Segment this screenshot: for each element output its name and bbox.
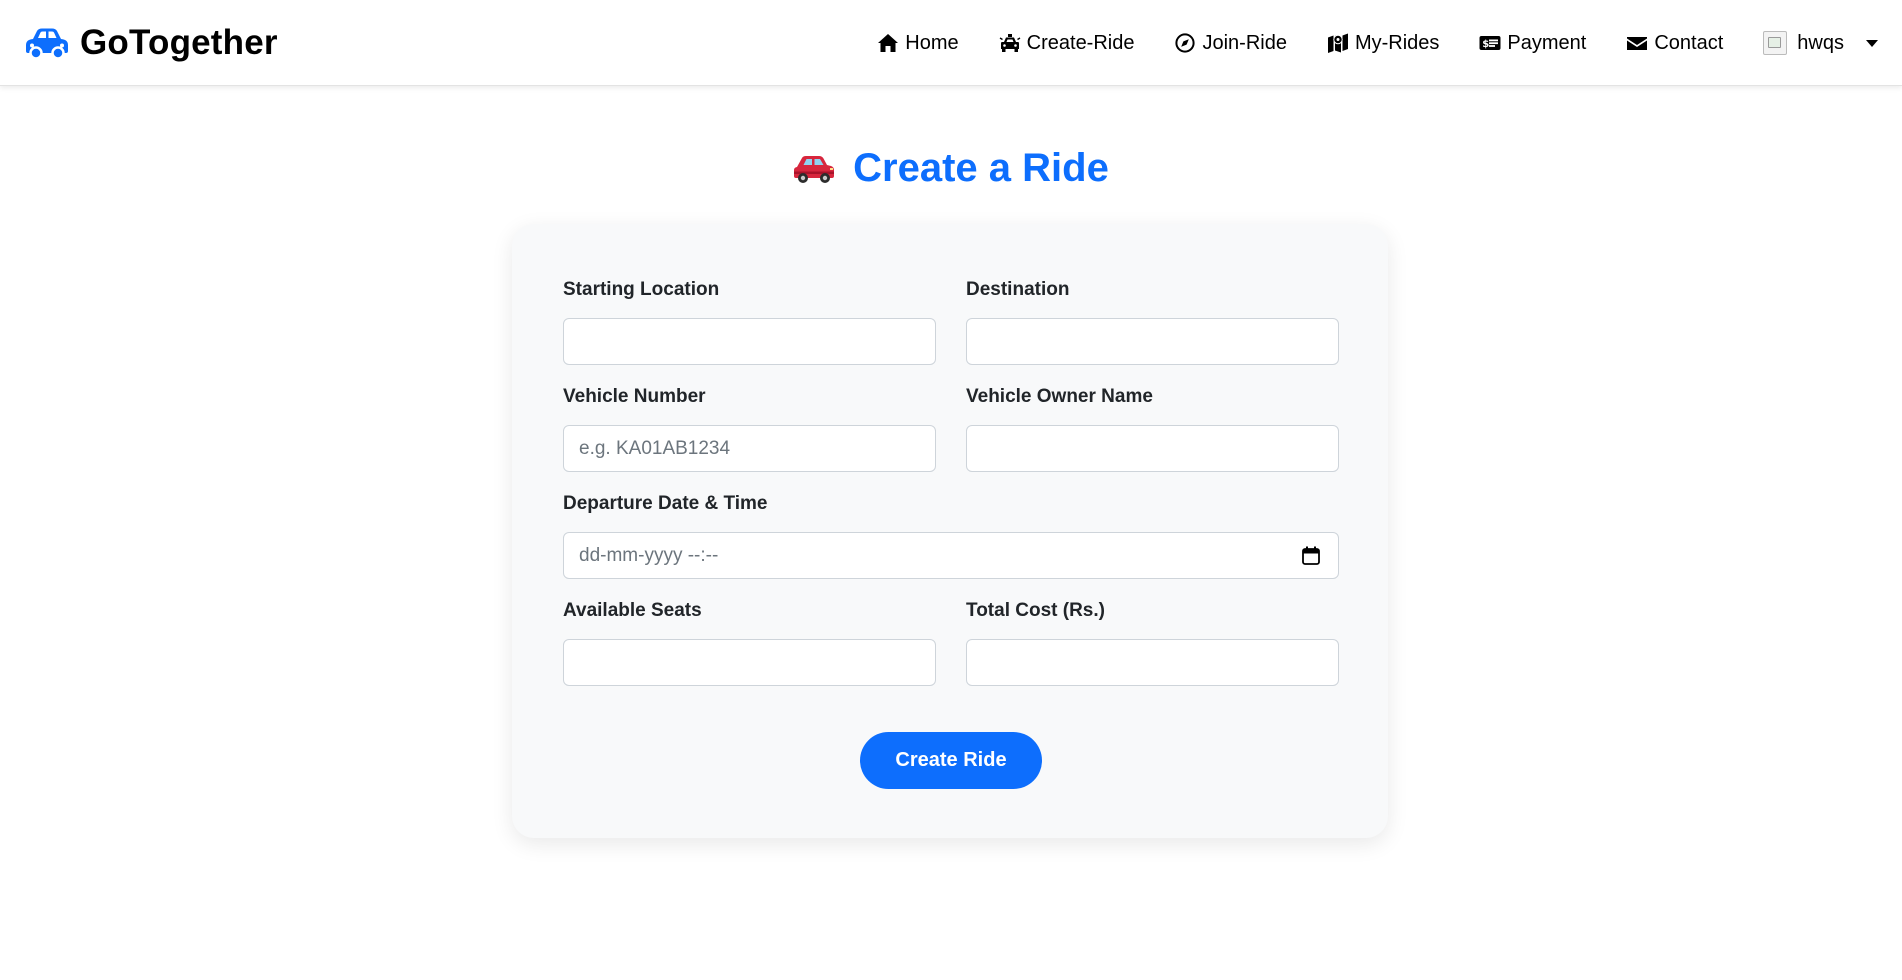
taxi-icon [999, 34, 1021, 52]
vehicle-owner-name-label: Vehicle Owner Name [966, 386, 1153, 407]
starting-location-input[interactable] [563, 318, 936, 365]
user-menu-toggle[interactable]: hwqs [1763, 31, 1878, 55]
nav-item-contact[interactable]: Contact [1626, 32, 1723, 55]
total-cost-field: Total Cost (Rs.) [966, 599, 1339, 686]
nav-label-contact: Contact [1654, 31, 1724, 54]
map-icon [1327, 33, 1348, 53]
departure-display: dd-mm-yyyy --:-- [579, 544, 719, 566]
red-car-emoji [794, 155, 835, 183]
destination-input[interactable] [966, 318, 1339, 365]
car-icon [26, 28, 68, 59]
navbar: GoTogether Home Create-Ride Join-Ride My… [0, 0, 1902, 86]
vehicle-owner-name-field: Vehicle Owner Name [966, 385, 1339, 472]
available-seats-label: Available Seats [563, 600, 702, 621]
starting-location-label: Starting Location [563, 279, 720, 300]
brand-name: GoTogether [80, 23, 278, 62]
compass-icon [1175, 33, 1196, 53]
nav-label-create-ride: Create-Ride [1026, 31, 1135, 54]
calendar-icon[interactable] [1302, 546, 1320, 565]
departure-field: Departure Date & Time dd-mm-yyyy --:-- [563, 492, 1339, 579]
nav-label-home: Home [905, 31, 959, 54]
vehicle-owner-name-input[interactable] [966, 425, 1339, 472]
money-bill-icon: $ [1479, 36, 1501, 50]
vehicle-number-field: Vehicle Number e.g. KA01AB1234 [563, 385, 936, 472]
create-ride-button[interactable]: Create Ride [860, 732, 1042, 789]
avatar [1763, 31, 1788, 55]
nav-label-payment: Payment [1507, 31, 1587, 54]
nav-item-join-ride[interactable]: Join-Ride [1174, 31, 1287, 55]
page-title-text: Create a Ride [853, 146, 1109, 190]
nav-label-join-ride: Join-Ride [1202, 31, 1287, 54]
vehicle-number-placeholder: e.g. KA01AB1234 [579, 437, 731, 459]
starting-location-field: Starting Location [563, 278, 936, 365]
home-icon [878, 34, 899, 52]
nav-item-payment[interactable]: $ Payment [1479, 32, 1586, 55]
nav-label-my-rides: My-Rides [1354, 31, 1440, 54]
destination-label: Destination [966, 279, 1070, 300]
vehicle-number-input[interactable]: e.g. KA01AB1234 [563, 425, 936, 472]
total-cost-label: Total Cost (Rs.) [966, 600, 1105, 621]
departure-datetime-input[interactable]: dd-mm-yyyy --:-- [563, 532, 1339, 579]
available-seats-field: Available Seats [563, 599, 936, 686]
page-title: Create a Ride [0, 146, 1902, 191]
vehicle-number-label: Vehicle Number [563, 386, 706, 407]
nav-item-home[interactable]: Home [877, 31, 959, 55]
brand-link[interactable]: GoTogether [24, 22, 278, 64]
create-ride-form: Starting Location Destination Vehicle Nu… [512, 224, 1388, 838]
departure-label: Departure Date & Time [563, 493, 768, 514]
nav-item-my-rides[interactable]: My-Rides [1327, 32, 1439, 55]
nav-menu: Home Create-Ride Join-Ride My-Rides $ Pa… [877, 26, 1878, 60]
user-name: hwqs [1797, 31, 1844, 54]
nav-item-create-ride[interactable]: Create-Ride [999, 31, 1135, 55]
destination-field: Destination [966, 278, 1339, 365]
envelope-icon [1627, 37, 1648, 50]
caret-down-icon [1866, 39, 1878, 47]
total-cost-input[interactable] [966, 639, 1339, 686]
svg-text:$: $ [1483, 39, 1490, 50]
available-seats-input[interactable] [563, 639, 936, 686]
